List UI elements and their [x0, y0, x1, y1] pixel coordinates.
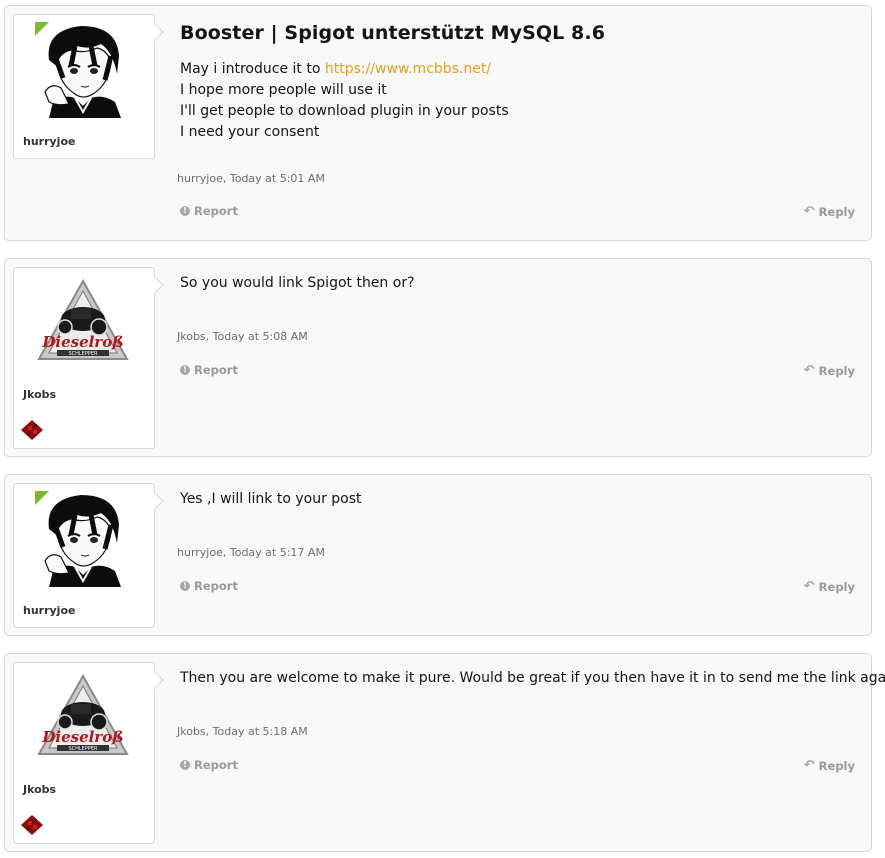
report-icon: ! — [180, 581, 190, 591]
report-button[interactable]: ! Report — [180, 758, 238, 772]
meta-author[interactable]: Jkobs — [177, 725, 206, 738]
avatar[interactable] — [35, 491, 131, 587]
message-body: So you would link Spigot then or? — [180, 275, 415, 291]
message-line: I'll get people to download plugin in yo… — [180, 103, 509, 119]
anime-boy-avatar-icon — [35, 491, 131, 587]
post-actions: ! Report ↶ Reply — [180, 363, 855, 379]
report-icon: ! — [180, 365, 190, 375]
username[interactable]: Jkobs — [23, 783, 56, 796]
message-link[interactable]: https://www.mcbbs.net/ — [325, 61, 491, 77]
post-actions: ! Report ↶ Reply — [180, 204, 855, 220]
reply-icon: ↶ — [803, 579, 815, 594]
post-content: Booster | Spigot unterstützt MySQL 8.6 M… — [180, 22, 855, 143]
svg-text:Dieselroß: Dieselroß — [41, 728, 123, 746]
meta-time[interactable]: Today at 5:17 AM — [230, 546, 325, 559]
reply-icon: ↶ — [803, 758, 815, 773]
meta-author[interactable]: Jkobs — [177, 330, 206, 343]
post-meta: hurryjoe, Today at 5:17 AM — [177, 546, 325, 559]
post-content: So you would link Spigot then or? — [180, 273, 855, 294]
reply-button[interactable]: ↶ Reply — [804, 579, 855, 594]
post-actions: ! Report ↶ Reply — [180, 579, 855, 595]
svg-text:SCHLEPPER: SCHLEPPER — [68, 351, 98, 357]
avatar[interactable]: Dieselroß SCHLEPPER — [35, 670, 131, 766]
message-body: May i introduce it to https://www.mcbbs.… — [180, 59, 855, 143]
online-indicator-icon — [35, 22, 49, 36]
thread-title: Booster | Spigot unterstützt MySQL 8.6 — [180, 22, 606, 44]
anime-boy-avatar-icon — [35, 22, 131, 118]
reply-button[interactable]: ↶ Reply — [804, 758, 855, 773]
post-2: Dieselroß SCHLEPPER Jkobs So you would l… — [4, 258, 872, 457]
user-info-1: hurryjoe — [13, 14, 164, 159]
message-body: Yes ,I will link to your post — [180, 491, 362, 507]
meta-time[interactable]: Today at 5:18 AM — [213, 725, 308, 738]
redstone-icon — [19, 813, 45, 841]
report-button[interactable]: ! Report — [180, 363, 238, 377]
reply-icon: ↶ — [803, 204, 815, 219]
post-1: hurryjoe Booster | Spigot unterstützt My… — [4, 5, 872, 241]
message-text: May i introduce it to — [180, 61, 325, 77]
report-button[interactable]: ! Report — [180, 204, 238, 218]
user-info-4: Dieselroß SCHLEPPER Jkobs — [13, 662, 164, 844]
svg-text:SCHLEPPER: SCHLEPPER — [68, 746, 98, 752]
reply-icon: ↶ — [803, 363, 815, 378]
meta-author[interactable]: hurryjoe — [177, 546, 223, 559]
svg-text:Dieselroß: Dieselroß — [41, 333, 123, 351]
meta-author[interactable]: hurryjoe — [177, 172, 223, 185]
post-meta: Jkobs, Today at 5:08 AM — [177, 330, 308, 343]
username[interactable]: hurryjoe — [23, 135, 75, 148]
avatar[interactable] — [35, 22, 131, 118]
report-button[interactable]: ! Report — [180, 579, 238, 593]
username[interactable]: hurryjoe — [23, 604, 75, 617]
avatar[interactable]: Dieselroß SCHLEPPER — [35, 275, 131, 371]
report-icon: ! — [180, 206, 190, 216]
user-info-3: hurryjoe — [13, 483, 164, 628]
username[interactable]: Jkobs — [23, 388, 56, 401]
meta-time[interactable]: Today at 5:08 AM — [213, 330, 308, 343]
post-4: Dieselroß SCHLEPPER Jkobs Then you are w… — [4, 653, 885, 852]
dieselross-logo-icon: Dieselroß SCHLEPPER — [35, 275, 131, 371]
post-actions: ! Report ↶ Reply — [180, 758, 855, 774]
reply-button[interactable]: ↶ Reply — [804, 204, 855, 219]
user-info-2: Dieselroß SCHLEPPER Jkobs — [13, 267, 164, 449]
post-content: Yes ,I will link to your post — [180, 489, 855, 510]
redstone-icon — [19, 418, 45, 446]
meta-time[interactable]: Today at 5:01 AM — [230, 172, 325, 185]
post-meta: hurryjoe, Today at 5:01 AM — [177, 172, 325, 185]
message-line: I hope more people will use it — [180, 82, 387, 98]
post-3: hurryjoe Yes ,I will link to your post h… — [4, 474, 872, 636]
message-body: Then you are welcome to make it pure. Wo… — [180, 670, 885, 686]
post-meta: Jkobs, Today at 5:18 AM — [177, 725, 308, 738]
dieselross-logo-icon: Dieselroß SCHLEPPER — [35, 670, 131, 766]
post-content: Then you are welcome to make it pure. Wo… — [180, 668, 885, 689]
report-icon: ! — [180, 760, 190, 770]
reply-button[interactable]: ↶ Reply — [804, 363, 855, 378]
online-indicator-icon — [35, 491, 49, 505]
message-line: I need your consent — [180, 124, 320, 140]
